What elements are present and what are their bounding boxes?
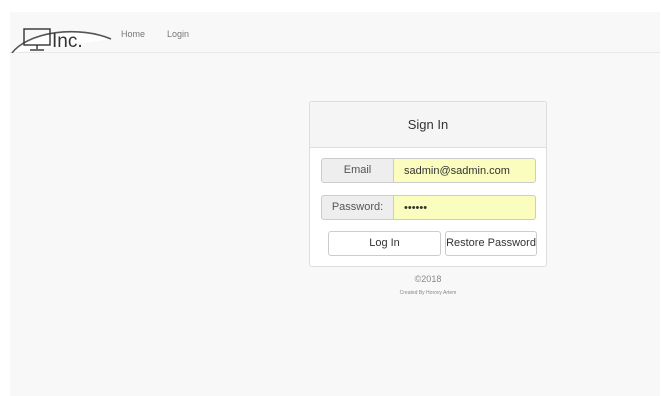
nav-link-home[interactable]: Home <box>121 29 145 39</box>
password-field[interactable] <box>393 195 536 220</box>
password-label: Password: <box>321 195 394 220</box>
brand-logo[interactable]: Inc. <box>10 12 115 53</box>
email-field[interactable] <box>393 158 536 183</box>
nav-link-login[interactable]: Login <box>167 29 189 39</box>
page-body: Inc. Home Login Sign In Email Password: … <box>10 12 660 396</box>
logo-text: Inc. <box>52 31 83 52</box>
monitor-icon: Inc. <box>11 28 112 53</box>
footer-copyright: ©2018 <box>414 274 442 284</box>
signin-panel: Sign In Email Password: Log In Restore P… <box>309 101 547 267</box>
login-button[interactable]: Log In <box>328 231 441 256</box>
email-input-group: Email <box>321 158 536 183</box>
navbar: Inc. Home Login <box>10 12 660 53</box>
email-label: Email <box>321 158 394 183</box>
footer-credit: Created By Horovy Artem <box>399 290 457 296</box>
password-input-group: Password: <box>321 195 536 220</box>
restore-password-button[interactable]: Restore Password <box>445 231 537 256</box>
signin-title: Sign In <box>310 102 546 148</box>
